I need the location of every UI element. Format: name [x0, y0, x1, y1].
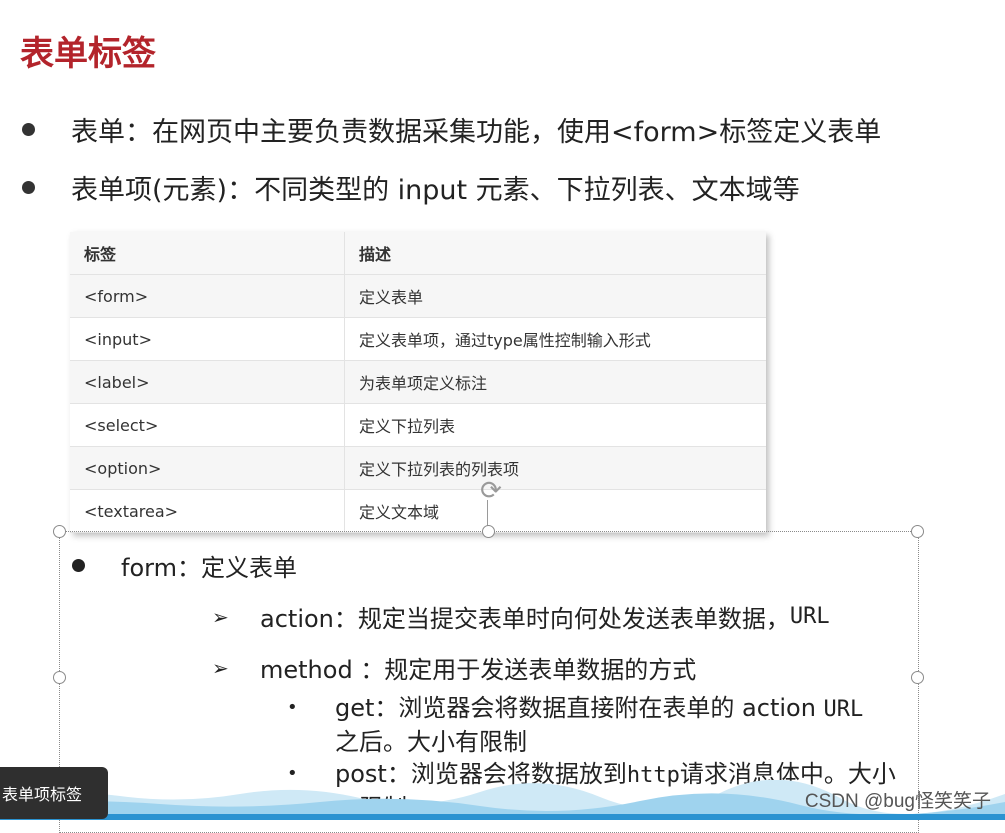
table-row: <option> 定义下拉列表的列表项 [70, 446, 766, 490]
table-cell-desc: 定义文本域 [344, 489, 766, 533]
tooltip: 表单项标签 [0, 767, 108, 819]
bullet-dot [72, 559, 85, 572]
get-item: • get：浏览器会将数据直接附在表单的 action URL 之后。大小有限制 [287, 692, 897, 758]
resize-handle-top[interactable] [482, 525, 495, 538]
table-row: <textarea> 定义文本域 [70, 489, 766, 533]
table-cell-tag: <input> [70, 317, 345, 361]
table-row: <input> 定义表单项，通过type属性控制输入形式 [70, 317, 766, 361]
small-bullet-icon: • [287, 697, 298, 718]
table-header-desc: 描述 [344, 232, 766, 275]
bullet-form-items: 表单项(元素)：不同类型的 input 元素、下拉列表、文本域等 [22, 168, 800, 207]
resize-handle-top-right[interactable] [911, 525, 924, 538]
table-cell-desc: 为表单项定义标注 [344, 360, 766, 404]
method-text: method ：规定用于发送表单数据的方式 [260, 656, 697, 684]
bullet-dot [22, 181, 35, 194]
table-cell-desc: 定义表单 [344, 274, 766, 318]
bullet-text: 表单：在网页中主要负责数据采集功能，使用<form>标签定义表单 [71, 117, 882, 148]
form-heading: form：定义表单 [121, 554, 297, 582]
bullet-dot [22, 123, 35, 136]
get-url: URL [823, 697, 864, 722]
tags-table[interactable]: 标签 描述 <form> 定义表单 <input> 定义表单项，通过type属性… [70, 232, 766, 533]
method-item: ➢ method ：规定用于发送表单数据的方式 [212, 650, 696, 685]
table-cell-desc: 定义下拉列表的列表项 [344, 446, 766, 490]
table-cell-tag: <form> [70, 274, 345, 318]
arrow-bullet-icon: ➢ [212, 655, 229, 680]
table-cell-tag: <textarea> [70, 489, 345, 533]
table-cell-desc: 定义下拉列表 [344, 403, 766, 447]
resize-handle-right[interactable] [911, 671, 924, 684]
table-row: <select> 定义下拉列表 [70, 403, 766, 447]
table-header-row: 标签 描述 [70, 232, 766, 275]
action-item: ➢ action：规定当提交表单时向何处发送表单数据， URL [212, 599, 830, 634]
table-cell-tag: <select> [70, 403, 345, 447]
table-cell-desc: 定义表单项，通过type属性控制输入形式 [344, 317, 766, 361]
get-text: get：浏览器会将数据直接附在表单的 action [335, 694, 824, 722]
arrow-bullet-icon: ➢ [212, 604, 229, 629]
slide-title: 表单标签 [20, 34, 156, 74]
table-row: <label> 为表单项定义标注 [70, 360, 766, 404]
action-url: URL [789, 604, 830, 629]
action-text: action：规定当提交表单时向何处发送表单数据， [260, 605, 790, 633]
resize-handle-top-left[interactable] [53, 525, 66, 538]
form-bullet: form：定义表单 [72, 548, 297, 583]
rotate-icon[interactable]: ⟳ [476, 476, 506, 506]
get-text-2: 之后。大小有限制 [335, 728, 527, 756]
table-row: <form> 定义表单 [70, 274, 766, 318]
bullet-text: 表单项(元素)：不同类型的 input 元素、下拉列表、文本域等 [71, 175, 800, 206]
table-cell-tag: <option> [70, 446, 345, 490]
resize-handle-left[interactable] [53, 671, 66, 684]
watermark: CSDN @bug怪笑笑子 [804, 791, 991, 812]
table-cell-tag: <label> [70, 360, 345, 404]
table-header-tag: 标签 [70, 232, 345, 275]
bullet-form: 表单：在网页中主要负责数据采集功能，使用<form>标签定义表单 [22, 110, 881, 149]
